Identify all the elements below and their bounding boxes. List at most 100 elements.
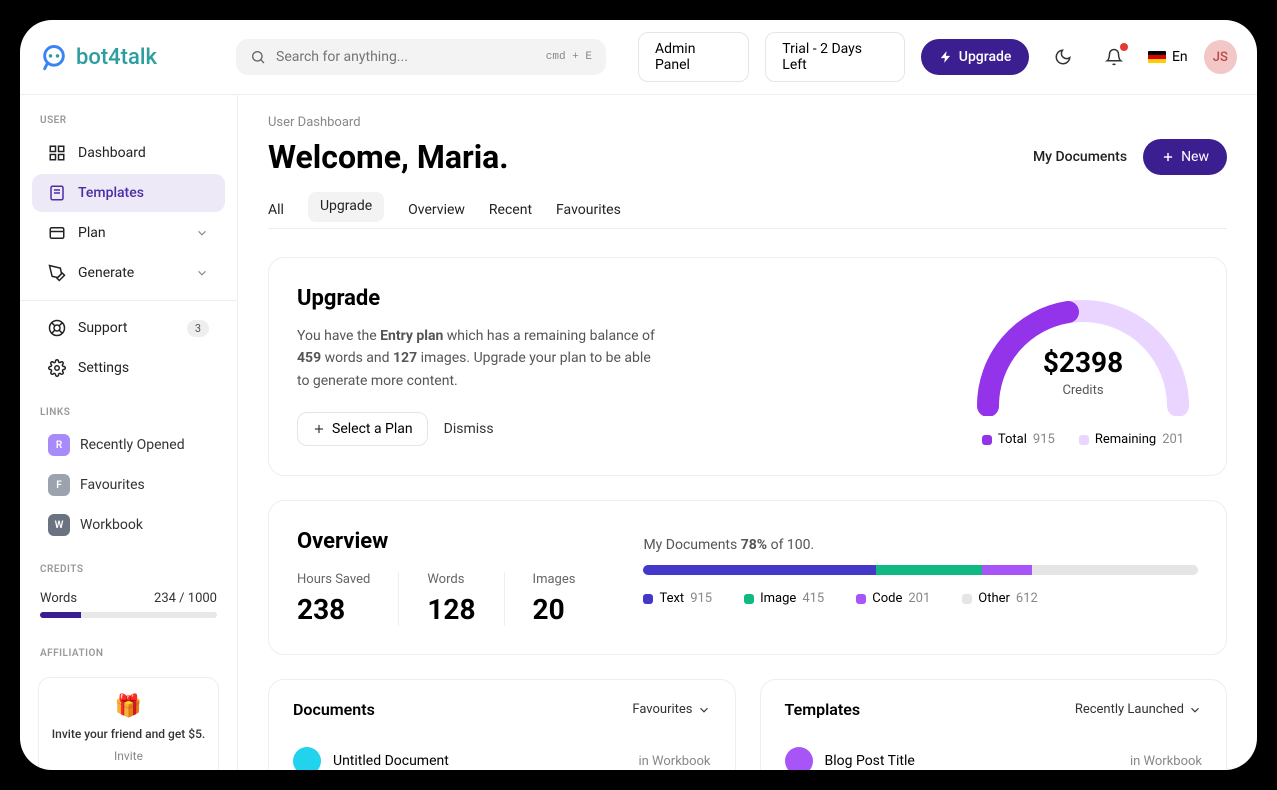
trial-badge[interactable]: Trial - 2 Days Left bbox=[765, 32, 904, 82]
overview-card: Overview Hours Saved238Words128Images20 … bbox=[268, 500, 1227, 655]
templates-title: Templates bbox=[785, 700, 861, 719]
sidebar-section-user: USER bbox=[20, 107, 237, 132]
search-shortcut: cmd + E bbox=[546, 51, 592, 63]
documents-filter[interactable]: Favourites bbox=[632, 702, 710, 717]
my-documents-link[interactable]: My Documents bbox=[1033, 149, 1127, 165]
logo[interactable]: bot4talk bbox=[40, 43, 220, 71]
chevron-down-icon bbox=[1188, 703, 1202, 717]
lang-label: En bbox=[1172, 49, 1188, 65]
list-item[interactable]: Untitled Document in Workbook bbox=[293, 737, 711, 770]
pen-icon bbox=[48, 264, 66, 282]
sidebar-item-plan[interactable]: Plan bbox=[32, 214, 225, 252]
breadcrumb: User Dashboard bbox=[268, 115, 1227, 130]
stat-item: Images20 bbox=[505, 572, 604, 626]
tab-recent[interactable]: Recent bbox=[489, 192, 532, 228]
link-label: Favourites bbox=[80, 477, 145, 493]
overview-description: My Documents 78% of 100. bbox=[643, 537, 1198, 553]
search-icon bbox=[250, 49, 266, 65]
plan-icon bbox=[48, 224, 66, 242]
sidebar-item-templates[interactable]: Templates bbox=[32, 174, 225, 212]
tab-overview[interactable]: Overview bbox=[408, 192, 465, 228]
doc-title: Blog Post Title bbox=[825, 753, 1118, 769]
gauge-label: Credits bbox=[968, 383, 1198, 398]
gear-icon bbox=[48, 359, 66, 377]
bar-segment bbox=[643, 565, 876, 575]
gauge-legend: Total915 Remaining201 bbox=[968, 432, 1198, 447]
sidebar-item-settings[interactable]: Settings bbox=[32, 349, 225, 387]
notification-dot bbox=[1120, 43, 1128, 51]
support-icon bbox=[48, 319, 66, 337]
doc-meta: in Workbook bbox=[638, 754, 710, 769]
sidebar-section-credits: CREDITS bbox=[20, 556, 237, 581]
doc-title: Untitled Document bbox=[333, 753, 626, 769]
tab-upgrade[interactable]: Upgrade bbox=[308, 192, 384, 222]
legend-item: Image415 bbox=[744, 591, 824, 606]
doc-icon bbox=[785, 747, 813, 770]
doc-icon bbox=[293, 747, 321, 770]
moon-icon bbox=[1054, 48, 1072, 66]
tab-all[interactable]: All bbox=[268, 192, 284, 228]
credits-name: Words bbox=[40, 591, 77, 606]
sidebar-item-dashboard[interactable]: Dashboard bbox=[32, 134, 225, 172]
notifications-button[interactable] bbox=[1097, 39, 1132, 75]
link-badge: W bbox=[48, 514, 70, 536]
chevron-down-icon bbox=[195, 266, 209, 280]
upgrade-description: You have the Entry plan which has a rema… bbox=[297, 325, 657, 392]
sidebar-section-affiliation: AFFILIATION bbox=[20, 640, 237, 665]
bell-icon bbox=[1105, 48, 1123, 66]
upgrade-card: Upgrade You have the Entry plan which ha… bbox=[268, 257, 1227, 476]
flag-icon bbox=[1148, 51, 1166, 63]
credits-gauge: $2398 Credits bbox=[968, 286, 1198, 416]
admin-panel-link[interactable]: Admin Panel bbox=[638, 32, 749, 82]
theme-toggle[interactable] bbox=[1045, 39, 1080, 75]
logo-icon bbox=[40, 43, 68, 71]
dismiss-button[interactable]: Dismiss bbox=[444, 421, 494, 437]
stacked-bar bbox=[643, 565, 1198, 575]
sidebar-item-support[interactable]: Support 3 bbox=[32, 309, 225, 347]
bar-segment bbox=[982, 565, 1032, 575]
legend-item: Code201 bbox=[856, 591, 930, 606]
sidebar-item-generate[interactable]: Generate bbox=[32, 254, 225, 292]
plus-icon bbox=[312, 422, 326, 436]
affiliation-card: 🎁 Invite your friend and get $5. Invite bbox=[38, 677, 219, 770]
user-avatar[interactable]: JS bbox=[1204, 40, 1237, 74]
upgrade-title: Upgrade bbox=[297, 286, 928, 311]
stat-item: Hours Saved238 bbox=[297, 572, 399, 626]
sidebar-item-label: Plan bbox=[78, 225, 106, 241]
legend-item: Other612 bbox=[962, 591, 1038, 606]
sidebar-item-label: Generate bbox=[78, 265, 134, 281]
credits-value: 234 / 1000 bbox=[154, 591, 217, 606]
sidebar-item-label: Dashboard bbox=[78, 145, 146, 161]
upgrade-button[interactable]: Upgrade bbox=[921, 39, 1030, 75]
legend-item: Text915 bbox=[643, 591, 712, 606]
sidebar: USER Dashboard Templates Plan Generate bbox=[20, 95, 238, 770]
bar-segment bbox=[876, 565, 981, 575]
link-item[interactable]: WWorkbook bbox=[32, 506, 225, 544]
filter-label: Favourites bbox=[632, 702, 692, 717]
list-item[interactable]: Blog Post Titlein Workbook bbox=[785, 737, 1203, 770]
tabs: All Upgrade Overview Recent Favourites bbox=[268, 192, 1227, 229]
credits-fill bbox=[40, 612, 81, 618]
search-bar[interactable]: cmd + E bbox=[236, 39, 606, 75]
documents-card: Documents Favourites Untitled Documentin… bbox=[268, 679, 736, 770]
templates-card: Templates Recently Launched Blog Post Ti… bbox=[760, 679, 1228, 770]
grid-icon bbox=[48, 144, 66, 162]
select-plan-button[interactable]: Select a Plan bbox=[297, 412, 428, 446]
sidebar-item-label: Settings bbox=[78, 360, 129, 376]
link-badge: R bbox=[48, 434, 70, 456]
bar-segment bbox=[1032, 565, 1198, 575]
main-content: User Dashboard Welcome, Maria. My Docume… bbox=[238, 95, 1257, 770]
new-button[interactable]: New bbox=[1143, 139, 1227, 175]
link-item[interactable]: RRecently Opened bbox=[32, 426, 225, 464]
chevron-down-icon bbox=[195, 226, 209, 240]
bolt-icon bbox=[939, 50, 953, 64]
templates-filter[interactable]: Recently Launched bbox=[1075, 702, 1202, 717]
link-item[interactable]: FFavourites bbox=[32, 466, 225, 504]
legend-item: Total915 bbox=[982, 432, 1055, 447]
legend-item: Remaining201 bbox=[1079, 432, 1184, 447]
tab-favourites[interactable]: Favourites bbox=[556, 192, 621, 228]
search-input[interactable] bbox=[276, 49, 536, 65]
invite-button[interactable]: Invite bbox=[51, 749, 206, 763]
credits-widget: Words 234 / 1000 bbox=[20, 581, 237, 628]
language-selector[interactable]: En bbox=[1148, 49, 1188, 65]
